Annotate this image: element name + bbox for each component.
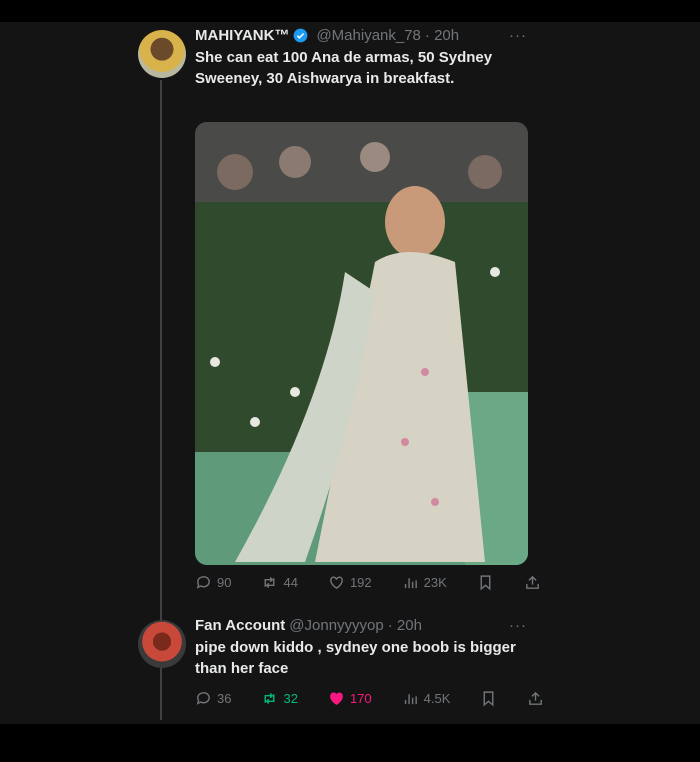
bookmark-button[interactable]: [480, 690, 497, 707]
retweet-count: 44: [283, 575, 298, 590]
retweet-button[interactable]: 44: [261, 574, 298, 591]
views-icon: [404, 578, 417, 589]
bookmark-icon: [480, 575, 491, 591]
reply-count: 90: [217, 575, 232, 590]
retweet-button[interactable]: 32: [261, 690, 298, 707]
bookmark-button[interactable]: [477, 574, 494, 591]
author-name[interactable]: MAHIYANK™: [195, 27, 289, 44]
tweet-time[interactable]: · 20h: [388, 617, 422, 634]
tweet-reply[interactable]: Fan Account @Jonnyyyyop · 20h ··· pipe d…: [195, 617, 535, 679]
author-handle[interactable]: @Mahiyank_78: [316, 27, 420, 44]
tweet-main[interactable]: MAHIYANK™ @Mahiyank_78 · 20h ··· She can…: [195, 27, 535, 89]
verified-badge-icon: [294, 28, 308, 43]
share-button[interactable]: [524, 574, 541, 591]
photo-woman-in-saree: [195, 122, 528, 565]
view-count: 23K: [423, 575, 447, 590]
tweet-text: pipe down kiddo , sydney one boob is big…: [195, 639, 516, 677]
view-count: 4.5K: [423, 691, 451, 706]
like-count: 192: [349, 575, 372, 590]
reply-count: 36: [217, 691, 232, 706]
author-name[interactable]: Fan Account: [195, 617, 285, 634]
like-button[interactable]: 192: [328, 574, 372, 591]
retweet-count: 32: [283, 691, 298, 706]
like-icon: [330, 692, 343, 706]
bookmark-icon: [483, 691, 494, 707]
tweet-actions: 90 44 192 23K: [195, 574, 539, 591]
reply-icon: [196, 692, 210, 705]
more-icon[interactable]: ···: [509, 617, 527, 634]
bottom-black-bar: [0, 724, 700, 762]
reply-icon: [196, 576, 210, 589]
author-handle[interactable]: @Jonnyyyyop: [289, 617, 383, 634]
views-icon: [404, 694, 417, 705]
avatar[interactable]: [138, 620, 186, 668]
views-button[interactable]: 4.5K: [402, 690, 451, 707]
tweet-actions: 36 32 170 4.5K: [195, 690, 543, 707]
retweet-icon: [265, 693, 275, 704]
more-icon[interactable]: ···: [509, 27, 527, 44]
tweet-text: She can eat 100 Ana de armas, 50 Sydney …: [195, 49, 493, 87]
like-button[interactable]: 170: [328, 690, 372, 707]
reply-button[interactable]: 90: [195, 574, 231, 591]
like-icon: [330, 576, 343, 590]
share-icon: [525, 575, 539, 589]
reply-button[interactable]: 36: [195, 690, 231, 707]
share-button[interactable]: [527, 690, 544, 707]
retweet-icon: [265, 577, 275, 588]
share-icon: [529, 691, 543, 705]
like-count: 170: [349, 691, 372, 706]
tweet-image[interactable]: [195, 122, 528, 565]
avatar[interactable]: [138, 30, 186, 78]
tweet-time[interactable]: · 20h: [425, 27, 459, 44]
views-button[interactable]: 23K: [402, 574, 447, 591]
